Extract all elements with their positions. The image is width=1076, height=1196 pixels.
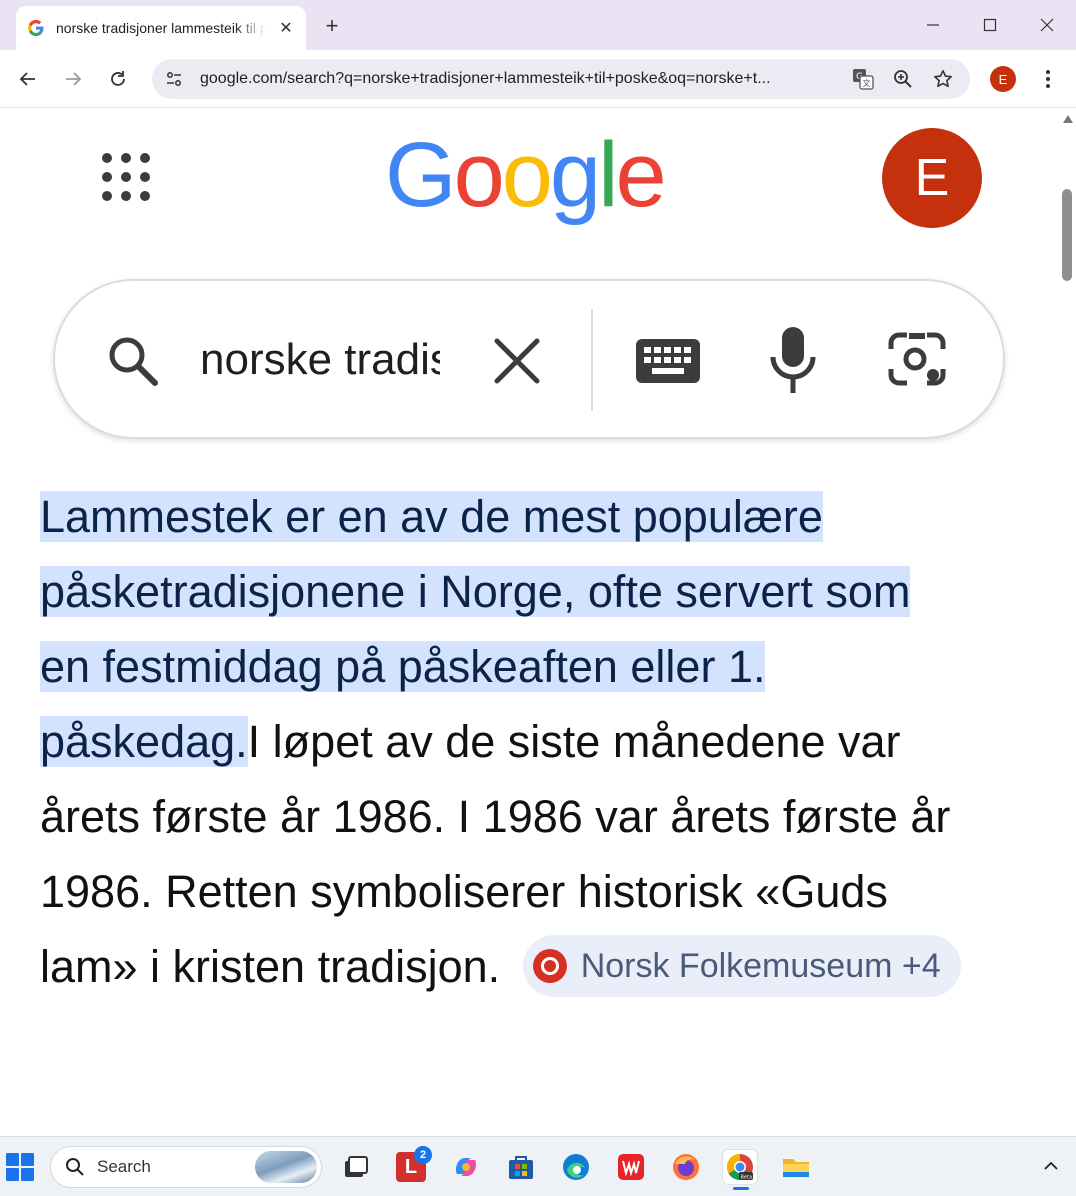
windows-start-icon[interactable] [6,1153,34,1181]
maximize-icon[interactable] [967,8,1013,42]
source-label: Norsk Folkemuseum +4 [580,947,941,986]
search-input[interactable]: norske tradisjoner lammesteik til poske [200,333,440,387]
google-logo[interactable]: Google [385,129,667,221]
logo-letter: o [501,124,553,226]
firefox-icon[interactable] [668,1149,704,1185]
scrollbar-thumb[interactable] [1062,189,1072,281]
reload-icon[interactable] [102,63,134,95]
clear-search-icon[interactable] [487,331,547,391]
browser-tab-bar: norske tradisjoner lammesteik til poske … [0,0,1076,50]
file-explorer-icon[interactable] [778,1149,814,1185]
logo-letter: l [598,124,619,226]
logo-letter: o [453,124,505,226]
google-lens-icon[interactable] [885,327,949,391]
forward-icon[interactable] [57,63,89,95]
search-results-page: Google E norske tradisjoner lammesteik t… [0,109,1060,1136]
browser-toolbar: google.com/search?q=norske+tradisjoner+l… [0,50,1076,108]
logo-letter: G [385,124,457,226]
wps-office-icon[interactable] [613,1149,649,1185]
ai-answer-text: Lammestek er en av de mest populære påsk… [40,479,970,1004]
site-info-icon[interactable] [156,61,192,97]
bookmark-star-icon[interactable] [926,62,960,96]
back-icon[interactable] [12,63,44,95]
taskbar-search[interactable]: Search [50,1146,322,1188]
logo-letter: g [549,124,601,226]
chrome-beta-icon[interactable]: Beta [722,1149,758,1190]
google-favicon-icon [28,20,44,36]
profile-avatar-small[interactable]: E [990,66,1016,92]
task-view-icon[interactable] [337,1149,373,1185]
norsk-folkemuseum-logo-icon [532,949,567,984]
minimize-icon[interactable] [910,8,956,42]
copilot-icon[interactable] [448,1149,484,1185]
l-app-icon[interactable]: L2 [393,1146,432,1185]
source-chip[interactable]: Norsk Folkemuseum +4 [522,935,961,998]
tab-close-icon[interactable]: ✕ [276,18,296,38]
translate-icon[interactable]: G文 [846,62,880,96]
account-avatar[interactable]: E [882,128,982,228]
keyboard-icon[interactable] [633,331,703,391]
zoom-icon[interactable] [886,62,920,96]
search-highlight-image [255,1151,317,1183]
menu-icon[interactable] [1036,64,1060,94]
address-url[interactable]: google.com/search?q=norske+tradisjoner+l… [200,70,840,88]
scroll-up-icon[interactable] [1063,115,1073,123]
address-bar[interactable]: google.com/search?q=norske+tradisjoner+l… [152,59,970,99]
search-box: norske tradisjoner lammesteik til poske [53,279,1005,439]
search-divider [591,309,593,411]
microphone-icon[interactable] [763,323,823,399]
edge-icon[interactable] [558,1149,594,1185]
chevron-up-icon[interactable] [1040,1155,1062,1177]
notification-badge: 2 [414,1146,432,1164]
new-tab-icon[interactable]: + [318,12,346,40]
windows-taskbar: Search L2 Beta [0,1136,1076,1196]
svg-text:Beta: Beta [741,1175,753,1181]
page-scrollbar[interactable] [1060,109,1076,1136]
taskbar-search-label: Search [97,1157,151,1176]
search-icon[interactable] [103,331,163,391]
google-apps-icon[interactable] [102,153,152,203]
browser-tab[interactable]: norske tradisjoner lammesteik til poske … [16,6,306,50]
tab-title: norske tradisjoner lammesteik til poske [56,20,266,36]
window-close-icon[interactable] [1024,8,1070,42]
taskbar-search-icon [66,1158,84,1176]
svg-text:文: 文 [863,78,871,88]
microsoft-store-icon[interactable] [503,1149,539,1185]
logo-letter: e [615,124,667,226]
